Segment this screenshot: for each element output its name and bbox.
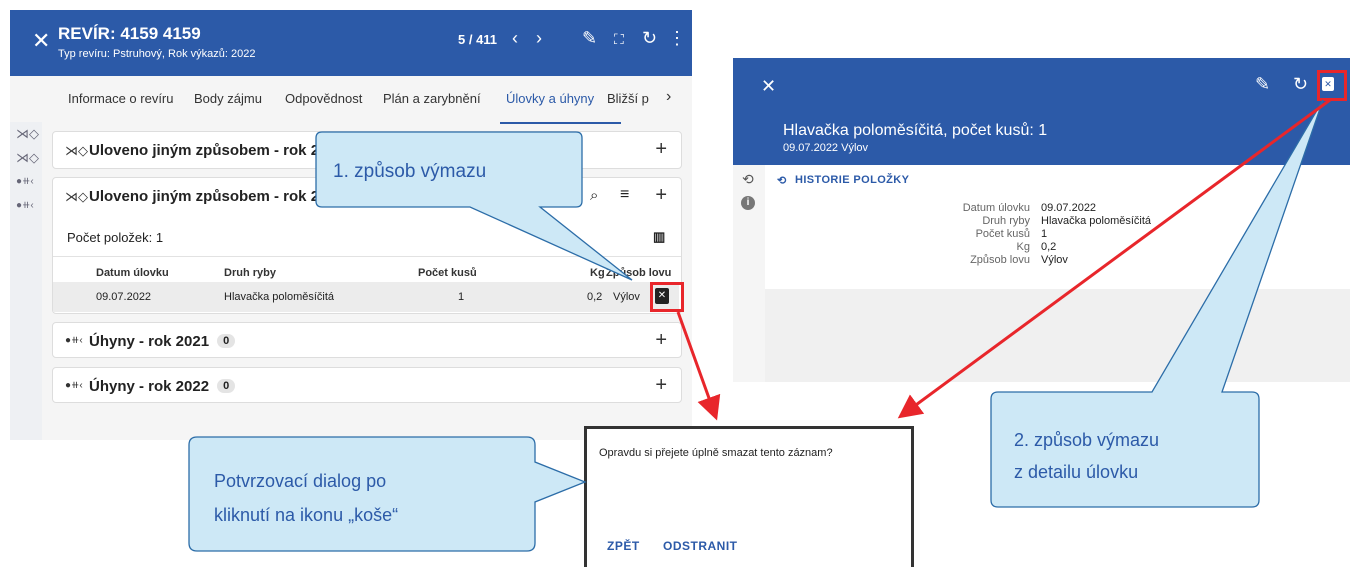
callout-dialog-text-2: kliknutí na ikonu „koše“ — [214, 505, 399, 525]
callout-confirm-dialog — [188, 436, 587, 552]
callout-first-method — [315, 131, 633, 281]
callout-first-text: 1. způsob výmazu — [333, 161, 487, 182]
callout-dialog-text-1: Potvrzovací dialog po — [214, 471, 387, 491]
arrow-to-dialog — [676, 311, 721, 421]
annotation-layer — [188, 98, 1331, 552]
callout-second-text-1: 2. způsob výmazu — [1014, 430, 1160, 450]
callout-second-text-2: z detailu úlovku — [1014, 462, 1139, 482]
